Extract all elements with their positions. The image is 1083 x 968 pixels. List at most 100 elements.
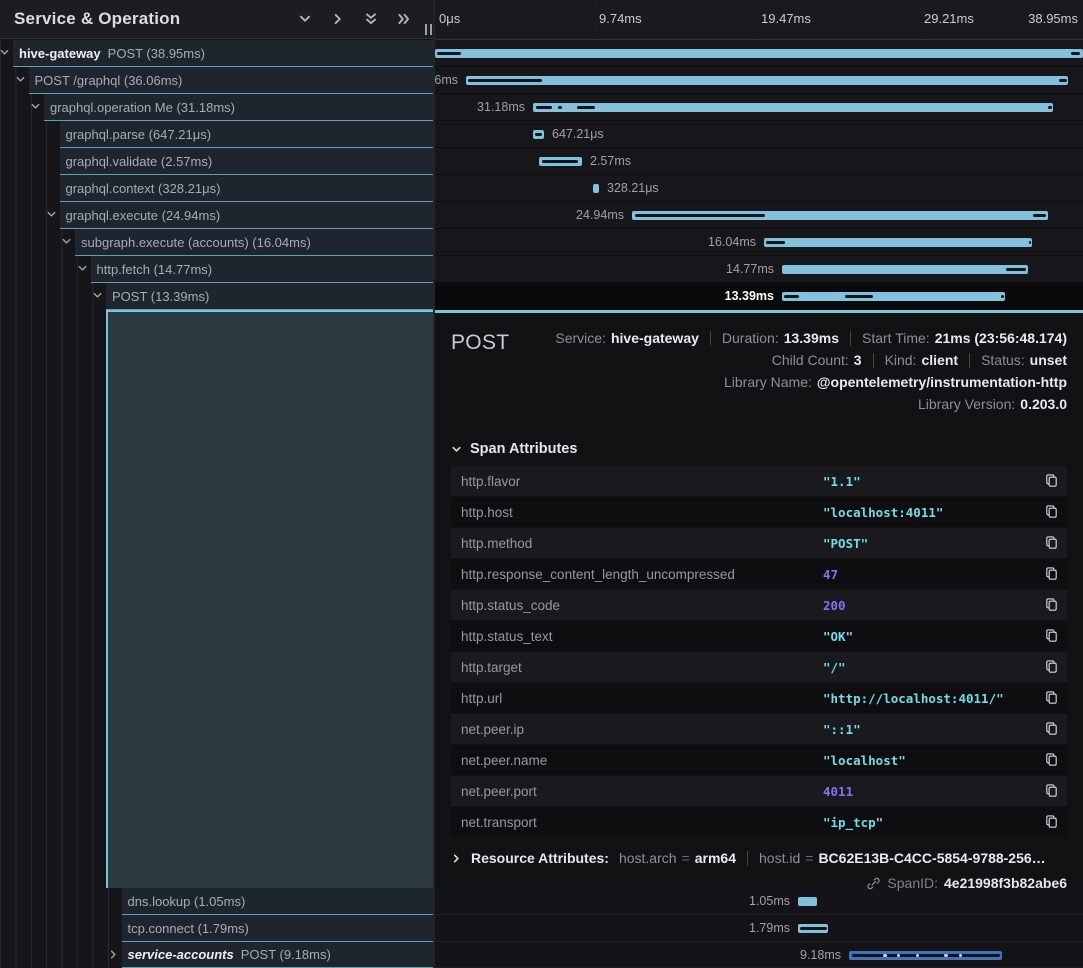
- link-icon[interactable]: [866, 876, 881, 891]
- duration-bar[interactable]: [466, 76, 1068, 85]
- collapse-all-icon[interactable]: [364, 12, 378, 26]
- bar-mark: [536, 106, 552, 109]
- chevron-down-icon[interactable]: [30, 101, 42, 113]
- resource-value: BC62E13B-C4CC-5854-9788-256…: [818, 850, 1045, 866]
- detail-meta: Service:hive-gatewayDuration:13.39msStar…: [509, 327, 1067, 415]
- duration-label: 328.21μs: [607, 181, 659, 195]
- copy-icon[interactable]: [1041, 752, 1059, 768]
- copy-icon[interactable]: [1041, 783, 1059, 799]
- divider-drag-handle[interactable]: [421, 24, 435, 36]
- bar-mark: [635, 214, 765, 217]
- span-bar-row[interactable]: 36.06ms: [435, 67, 1083, 94]
- span-tree-row[interactable]: hive-gatewayPOST (38.95ms): [13, 40, 433, 67]
- duration-bar[interactable]: [593, 184, 599, 193]
- meta-value: @opentelemetry/instrumentation-http: [817, 371, 1067, 393]
- duration-label: 31.18ms: [477, 100, 525, 114]
- span-tree-row[interactable]: graphql.validate (2.57ms): [60, 148, 434, 175]
- copy-icon[interactable]: [1041, 659, 1059, 675]
- tree-toolbar: [298, 12, 411, 26]
- span-bar-row[interactable]: 647.21μs: [435, 121, 1083, 148]
- span-tree-row[interactable]: tcp.connect (1.79ms): [122, 915, 434, 942]
- span-label: graphql.execute (24.94ms): [66, 208, 221, 223]
- resource-attributes-row[interactable]: Resource Attributes: host.arch=arm64host…: [451, 850, 1067, 866]
- span-tree-row[interactable]: graphql.execute (24.94ms): [60, 202, 434, 229]
- copy-icon[interactable]: [1041, 597, 1059, 613]
- span-tree-row[interactable]: graphql.context (328.21μs): [60, 175, 434, 202]
- chevron-down-icon[interactable]: [77, 263, 89, 275]
- span-tree-row[interactable]: graphql.parse (647.21μs): [60, 121, 434, 148]
- span-tree-row[interactable]: graphql.operation Me (31.18ms): [44, 94, 433, 121]
- span-bar-row[interactable]: 16.04ms: [435, 229, 1083, 256]
- copy-icon[interactable]: [1041, 628, 1059, 644]
- meta-value: unset: [1030, 349, 1067, 371]
- span-tree-row[interactable]: subgraph.execute (accounts) (16.04ms): [75, 229, 433, 256]
- expand-all-icon[interactable]: [397, 12, 411, 26]
- bar-dot: [959, 954, 962, 957]
- span-tree-row[interactable]: dns.lookup (1.05ms): [122, 888, 434, 915]
- duration-bar[interactable]: [798, 897, 817, 906]
- timeline-tick: 38.95ms: [1028, 11, 1078, 26]
- span-bar-row[interactable]: 1.05ms: [435, 888, 1083, 915]
- duration-bar[interactable]: [764, 238, 1032, 247]
- chevron-down-icon[interactable]: [92, 290, 104, 302]
- bar-mark: [1006, 268, 1026, 271]
- copy-icon[interactable]: [1041, 814, 1059, 830]
- span-tree-row[interactable]: http.fetch (14.77ms): [91, 256, 434, 283]
- attribute-key: http.status_code: [461, 598, 823, 613]
- attribute-value: "ip_tcp": [823, 815, 1041, 830]
- chevron-right-icon[interactable]: [331, 12, 345, 26]
- duration-bar[interactable]: [533, 103, 1053, 112]
- equals-sign: =: [805, 850, 813, 866]
- duration-bar[interactable]: [782, 265, 1028, 274]
- chevron-down-icon[interactable]: [61, 236, 73, 248]
- duration-bar[interactable]: [435, 49, 1083, 58]
- chevron-down-icon[interactable]: [15, 74, 27, 86]
- panel-divider[interactable]: [433, 0, 435, 968]
- bar-mark: [437, 52, 461, 55]
- chevron-right-icon: [451, 853, 462, 864]
- chevron-down-icon[interactable]: [298, 12, 312, 26]
- span-bar-row[interactable]: 2.57ms: [435, 148, 1083, 175]
- detail-meta-line: Child Count:3Kind:clientStatus:unset: [772, 349, 1067, 371]
- detail-meta-line: Library Version:0.203.0: [918, 393, 1067, 415]
- timeline-tick: 29.21ms: [924, 11, 974, 26]
- duration-bar[interactable]: [782, 292, 1005, 301]
- attribute-value: "http://localhost:4011/": [823, 691, 1041, 706]
- meta-value: client: [921, 349, 958, 371]
- span-bar-row[interactable]: 9.18ms: [435, 942, 1083, 968]
- copy-icon[interactable]: [1041, 504, 1059, 520]
- timeline-tick: 0μs: [439, 11, 460, 26]
- service-operation-panel: Service & Operation hive-gatewayPOST (38…: [0, 0, 433, 968]
- span-bar-row[interactable]: [435, 40, 1083, 67]
- span-bar-row[interactable]: 31.18ms: [435, 94, 1083, 121]
- chevron-down-icon[interactable]: [46, 209, 58, 221]
- span-tree-row[interactable]: service-accountsPOST (9.18ms): [122, 942, 434, 968]
- attribute-key: http.host: [461, 505, 823, 520]
- attribute-row: net.peer.port4011: [451, 776, 1067, 806]
- copy-icon[interactable]: [1041, 690, 1059, 706]
- span-label: http.fetch (14.77ms): [97, 262, 213, 277]
- span-bar-row[interactable]: 13.39ms: [435, 283, 1083, 310]
- detail-meta-line: Library Name:@opentelemetry/instrumentat…: [724, 371, 1067, 393]
- span-bar-row[interactable]: 24.94ms: [435, 202, 1083, 229]
- span-id-value: 4e21998f3b82abe6: [944, 875, 1067, 891]
- span-tree-row[interactable]: POST /graphql (36.06ms): [29, 67, 434, 94]
- span-tree-row[interactable]: POST (13.39ms): [106, 283, 433, 310]
- attribute-row: net.peer.ip"::1": [451, 714, 1067, 744]
- span-bar-row[interactable]: 328.21μs: [435, 175, 1083, 202]
- meta-separator: [969, 353, 970, 368]
- attribute-value: 200: [823, 598, 1041, 613]
- left-panel-header: Service & Operation: [0, 0, 433, 39]
- chevron-down-icon[interactable]: [0, 47, 11, 59]
- bar-dot: [916, 954, 919, 957]
- copy-icon[interactable]: [1041, 535, 1059, 551]
- attribute-value: "POST": [823, 536, 1041, 551]
- bar-mark: [468, 79, 542, 82]
- span-bar-row[interactable]: 14.77ms: [435, 256, 1083, 283]
- chevron-right-icon[interactable]: [108, 949, 120, 961]
- span-attributes-header[interactable]: Span Attributes: [451, 441, 1067, 457]
- span-bar-row[interactable]: 1.79ms: [435, 915, 1083, 942]
- copy-icon[interactable]: [1041, 721, 1059, 737]
- copy-icon[interactable]: [1041, 566, 1059, 582]
- copy-icon[interactable]: [1041, 473, 1059, 489]
